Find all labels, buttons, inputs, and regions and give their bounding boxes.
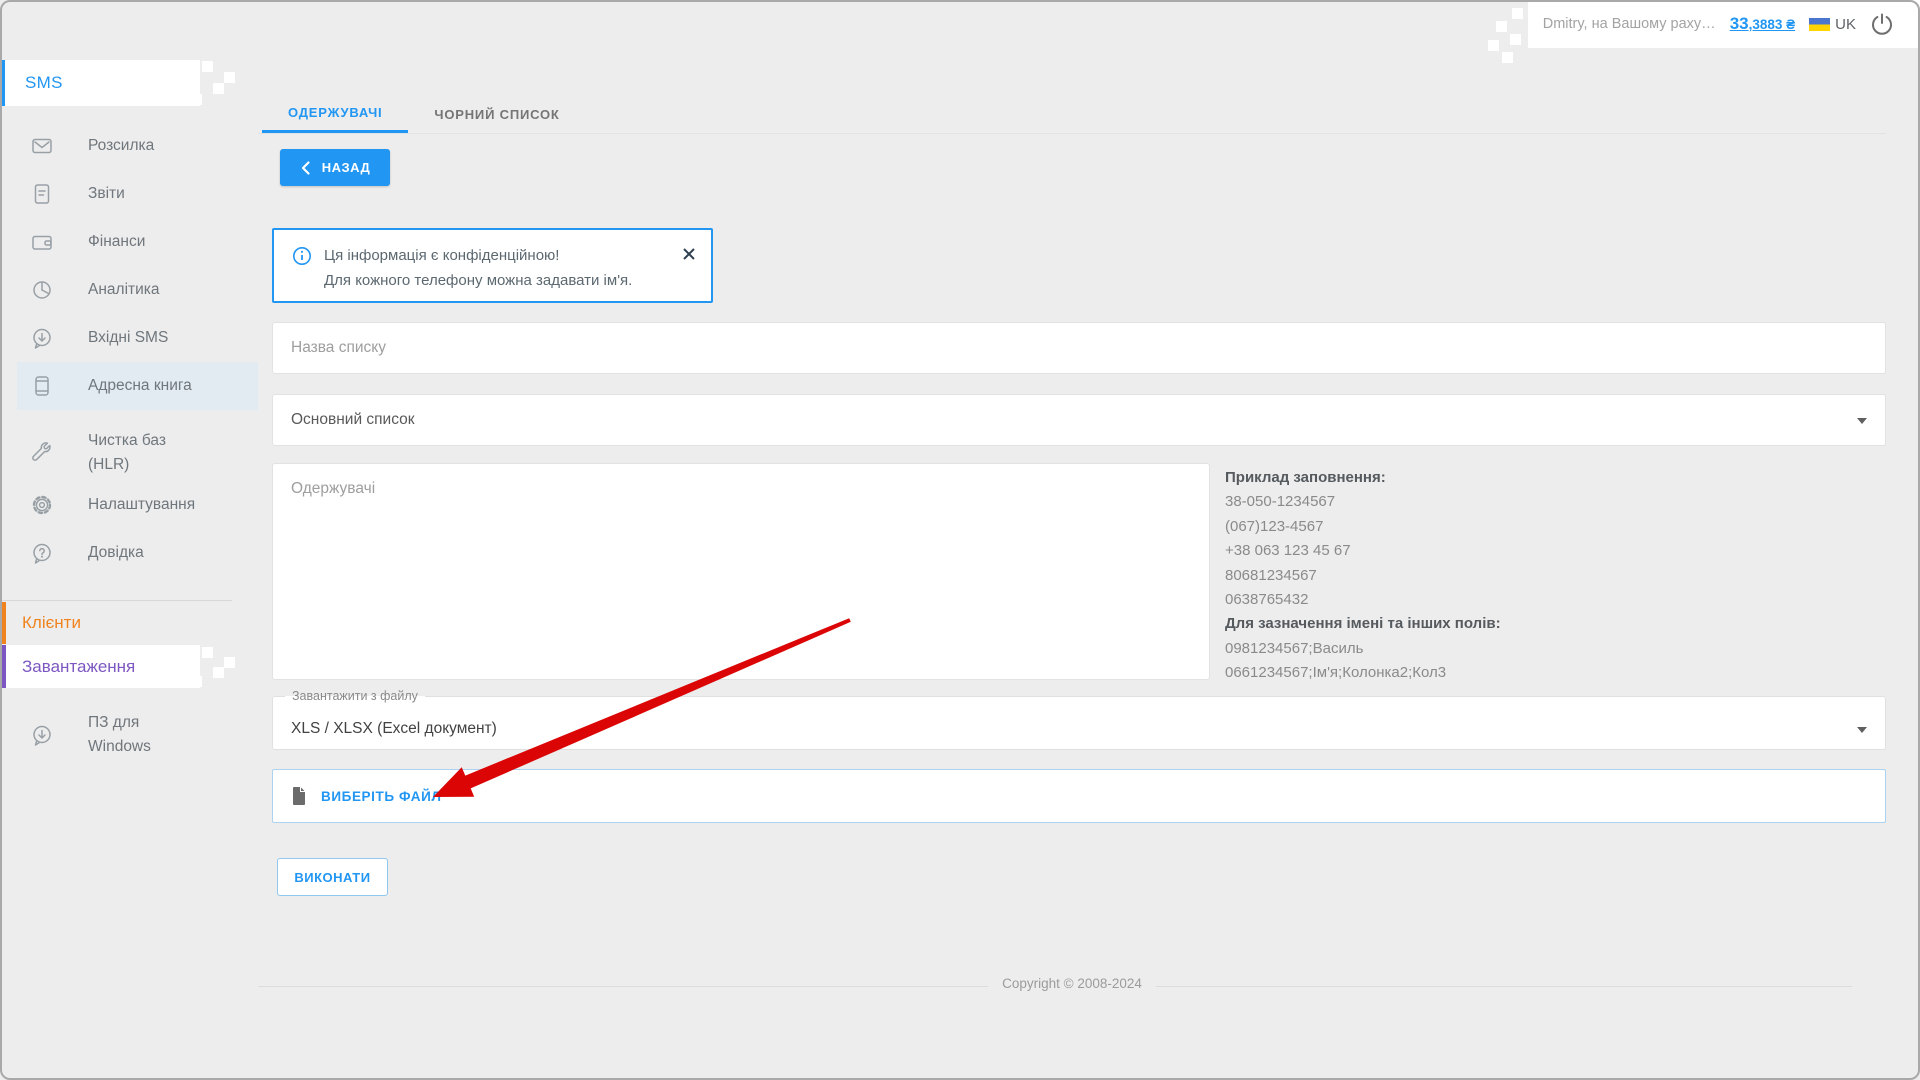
- incoming-sms-icon: [31, 327, 53, 349]
- sidebar-item-label: ПЗ для Windows: [88, 711, 151, 759]
- sidebar-item-label: Вхідні SMS: [88, 326, 168, 350]
- recipients-textarea[interactable]: [272, 463, 1210, 680]
- user-account-label: Dmitry, на Вашому раху…: [1543, 16, 1716, 32]
- footer: Copyright © 2008-2024: [258, 975, 1886, 997]
- pixel-decoration: [213, 83, 224, 94]
- example-phone: 38-050-1234567: [1225, 490, 1501, 514]
- clients-accent-bar: [0, 602, 6, 644]
- info-banner: Ця інформація є конфіденційною! Для кожн…: [272, 228, 713, 303]
- language-selector[interactable]: UK: [1809, 16, 1856, 33]
- address-book-icon: [31, 375, 53, 397]
- sidebar-item-label: Звіти: [88, 182, 125, 206]
- list-name-input[interactable]: [272, 322, 1886, 374]
- tab-recipients[interactable]: ОДЕРЖУВАЧІ: [262, 95, 408, 133]
- sidebar-item-adresna-knyha[interactable]: Адресна книга: [17, 362, 258, 410]
- chevron-left-icon: [300, 160, 312, 176]
- chevron-down-icon: [1857, 727, 1867, 733]
- sidebar-section-clients[interactable]: Клієнти: [0, 602, 258, 644]
- pixel-decoration: [213, 667, 224, 678]
- file-format-value: XLS / XLSX (Excel документ): [291, 720, 497, 738]
- sidebar-item-label: Довідка: [88, 541, 144, 565]
- file-format-select[interactable]: XLS / XLSX (Excel документ): [273, 709, 1885, 749]
- upload-legend: Завантажити з файлу: [285, 689, 425, 703]
- info-banner-line2: Для кожного телефону можна задавати ім'я…: [324, 268, 681, 293]
- pixel-decoration: [1510, 34, 1521, 45]
- power-icon[interactable]: [1870, 12, 1894, 36]
- file-icon: [291, 786, 307, 806]
- tab-blacklist[interactable]: ЧОРНИЙ СПИСОК: [408, 95, 585, 133]
- envelope-icon: [31, 135, 53, 157]
- flag-ukraine-icon: [1809, 18, 1830, 31]
- sidebar-item-label: Чистка баз (HLR): [88, 429, 166, 477]
- list-type-value: Основний список: [291, 411, 415, 429]
- pixel-decoration: [224, 72, 235, 83]
- examples-heading-names: Для зазначення імені та інших полів:: [1225, 612, 1501, 636]
- sidebar-divider: [0, 600, 232, 601]
- report-icon: [31, 183, 53, 205]
- pixel-decoration: [1512, 8, 1523, 19]
- pixel-decoration: [224, 657, 235, 668]
- gear-icon: [31, 494, 53, 516]
- sidebar-item-finansy[interactable]: Фінанси: [0, 218, 258, 266]
- sidebar-item-label: Налаштування: [88, 493, 195, 517]
- pixel-decoration: [191, 94, 202, 105]
- sidebar-item-chystka-baz[interactable]: Чистка баз (HLR): [0, 422, 258, 484]
- choose-file-button[interactable]: ВИБЕРІТЬ ФАЙЛ: [272, 769, 1886, 823]
- sidebar-item-vhidni-sms[interactable]: Вхідні SMS: [0, 314, 258, 362]
- help-icon: [31, 542, 53, 564]
- pixel-decoration: [202, 61, 213, 72]
- copyright-text: Copyright © 2008-2024: [988, 976, 1156, 991]
- sidebar-item-rozsylka[interactable]: Розсилка: [0, 122, 258, 170]
- example-phone: (067)123-4567: [1225, 515, 1501, 539]
- pixel-decoration: [1488, 40, 1499, 51]
- language-code: UK: [1835, 16, 1856, 33]
- chevron-down-icon: [1857, 418, 1867, 424]
- back-button-label: НАЗАД: [322, 160, 371, 175]
- back-button[interactable]: НАЗАД: [280, 149, 390, 186]
- info-banner-line1: Ця інформація є конфіденційною!: [324, 243, 681, 268]
- example-phone: 0638765432: [1225, 588, 1501, 612]
- sidebar-item-zvity[interactable]: Звіти: [0, 170, 258, 218]
- sidebar-header-sms[interactable]: SMS: [0, 60, 200, 106]
- sidebar-item-dovidka[interactable]: Довідка: [0, 529, 258, 577]
- downloads-label: Завантаження: [0, 657, 135, 677]
- topbar-user-block: Dmitry, на Вашому раху… 33,3883 ₴ UK: [1528, 0, 1920, 48]
- pixel-decoration: [1502, 52, 1513, 63]
- pixel-decoration: [191, 676, 202, 687]
- downloads-accent-bar: [0, 645, 6, 688]
- balance-int: 33: [1730, 14, 1749, 33]
- tabbar: ОДЕРЖУВАЧІ ЧОРНИЙ СПИСОК: [258, 95, 1886, 134]
- analytics-icon: [31, 279, 53, 301]
- sidebar-item-nalashtuvannya[interactable]: Налаштування: [0, 481, 258, 529]
- fill-examples: Приклад заповнення: 38-050-1234567 (067)…: [1225, 466, 1501, 686]
- sidebar-item-pz-windows[interactable]: ПЗ для Windows: [0, 704, 258, 766]
- balance-frac: ,3883 ₴: [1749, 17, 1796, 32]
- balance-link[interactable]: 33,3883 ₴: [1730, 14, 1795, 34]
- sidebar-item-label: Аналітика: [88, 278, 160, 302]
- sidebar-item-analityka[interactable]: Аналітика: [0, 266, 258, 314]
- sidebar-item-label: Розсилка: [88, 134, 154, 158]
- info-icon: [292, 246, 312, 266]
- example-named: 0981234567;Василь: [1225, 637, 1501, 661]
- wallet-icon: [31, 231, 53, 253]
- download-software-icon: [31, 724, 53, 746]
- example-named: 0661234567;Ім'я;Колонка2;Кол3: [1225, 661, 1501, 685]
- choose-file-label: ВИБЕРІТЬ ФАЙЛ: [321, 789, 442, 804]
- close-icon[interactable]: [681, 246, 697, 262]
- wrench-icon: [31, 442, 53, 464]
- pixel-decoration: [1496, 21, 1507, 32]
- pixel-decoration: [202, 647, 213, 658]
- upload-from-file-group: Завантажити з файлу XLS / XLSX (Excel до…: [272, 689, 1886, 750]
- example-phone: 80681234567: [1225, 564, 1501, 588]
- sms-header-label: SMS: [5, 73, 63, 93]
- sidebar-section-downloads[interactable]: Завантаження: [0, 645, 200, 688]
- sidebar-item-label: Фінанси: [88, 230, 145, 254]
- example-phone: +38 063 123 45 67: [1225, 539, 1501, 563]
- examples-heading: Приклад заповнення:: [1225, 466, 1501, 490]
- sidebar-item-label: Адресна книга: [88, 374, 192, 398]
- clients-label: Клієнти: [0, 613, 81, 633]
- list-type-select[interactable]: Основний список: [272, 394, 1886, 446]
- submit-button[interactable]: ВИКОНАТИ: [277, 858, 388, 896]
